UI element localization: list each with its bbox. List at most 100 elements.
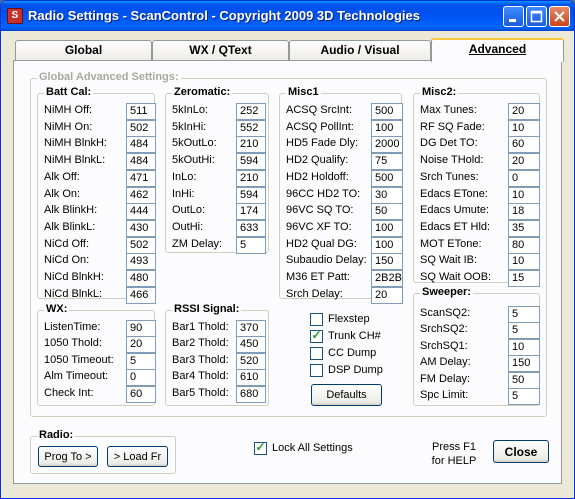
setting-value-input[interactable]: 5 bbox=[126, 352, 156, 370]
maximize-button[interactable] bbox=[526, 6, 547, 27]
setting-value-input[interactable]: 18 bbox=[508, 203, 540, 221]
tab-wx-qtext[interactable]: WX / QText bbox=[152, 40, 289, 61]
option-checkbox-label: Trunk CH# bbox=[328, 330, 381, 342]
setting-label: Bar1 Thold: bbox=[172, 321, 229, 333]
load-from-button[interactable]: > Load Fr bbox=[107, 446, 168, 467]
setting-value-input[interactable]: 450 bbox=[236, 336, 266, 354]
setting-value-input[interactable]: 484 bbox=[126, 153, 156, 171]
close-button[interactable]: Close bbox=[493, 440, 549, 463]
setting-label: Edacs ETone: bbox=[420, 187, 488, 200]
rssi-setting-row: Bar4 Thold: 610 bbox=[172, 369, 266, 387]
batt-cal-setting-row: Alk On: 462 bbox=[44, 186, 156, 204]
tab-audio-visual[interactable]: Audio / Visual bbox=[289, 40, 431, 61]
setting-label: HD2 Qualify: bbox=[286, 154, 349, 167]
setting-label: Srch Delay: bbox=[286, 287, 343, 300]
misc1-setting-row: HD2 Holdoff: 500 bbox=[286, 169, 403, 187]
setting-value-input[interactable]: 462 bbox=[126, 186, 156, 204]
setting-value-input[interactable]: 511 bbox=[126, 103, 156, 120]
setting-value-input[interactable]: 50 bbox=[371, 203, 403, 221]
setting-value-input[interactable]: 500 bbox=[371, 103, 403, 120]
setting-value-input[interactable]: 10 bbox=[508, 119, 540, 137]
setting-value-input[interactable]: 60 bbox=[508, 136, 540, 154]
setting-label: RF SQ Fade: bbox=[420, 120, 485, 133]
setting-value-input[interactable]: 100 bbox=[371, 119, 403, 137]
setting-value-input[interactable]: 90 bbox=[126, 320, 156, 337]
window-title: Radio Settings - ScanControl - Copyright… bbox=[28, 8, 420, 23]
setting-value-input[interactable]: 444 bbox=[126, 203, 156, 221]
setting-value-input[interactable]: 610 bbox=[236, 369, 266, 387]
setting-value-input[interactable]: 680 bbox=[236, 385, 266, 403]
setting-label: Bar5 Thold: bbox=[172, 386, 229, 399]
setting-label: 96VC SQ TO: bbox=[286, 204, 354, 217]
setting-value-input[interactable]: 594 bbox=[236, 153, 266, 171]
setting-value-input[interactable]: 5 bbox=[508, 322, 540, 340]
tab-label: WX / QText bbox=[189, 43, 252, 57]
setting-value-input[interactable]: 20 bbox=[508, 153, 540, 171]
setting-value-input[interactable]: 370 bbox=[236, 320, 266, 337]
setting-value-input[interactable]: 252 bbox=[236, 103, 266, 120]
setting-value-input[interactable]: 100 bbox=[371, 219, 403, 237]
setting-value-input[interactable]: 480 bbox=[126, 270, 156, 287]
lock-all-checkbox[interactable]: ✓ bbox=[254, 440, 267, 455]
setting-value-input[interactable]: 502 bbox=[126, 119, 156, 137]
setting-value-input[interactable]: 633 bbox=[236, 219, 266, 237]
setting-value-input[interactable]: 210 bbox=[236, 169, 266, 187]
setting-label: Alk On: bbox=[44, 187, 81, 200]
setting-value-input[interactable]: 2000 bbox=[371, 136, 403, 154]
radio-group: Radio: Prog To > > Load Fr bbox=[30, 429, 176, 474]
option-checkbox[interactable] bbox=[310, 364, 323, 377]
setting-value-input[interactable]: 484 bbox=[126, 136, 156, 154]
setting-value-input[interactable]: 20 bbox=[508, 103, 540, 120]
setting-value-input[interactable]: 80 bbox=[508, 236, 540, 254]
group-title: WX: bbox=[44, 303, 70, 315]
setting-value-input[interactable]: 10 bbox=[508, 253, 540, 271]
tab-panel-advanced: Global Advanced Settings: Batt Cal: NiMH… bbox=[13, 60, 562, 484]
setting-value-input[interactable]: 75 bbox=[371, 153, 403, 171]
setting-value-input[interactable]: 2B2B bbox=[371, 270, 403, 287]
defaults-button[interactable]: Defaults bbox=[311, 384, 382, 406]
setting-label: Subaudio Delay: bbox=[286, 254, 367, 267]
setting-label: Alk BlinkL: bbox=[44, 220, 96, 233]
option-checkbox[interactable]: ✓ bbox=[310, 328, 323, 343]
setting-value-input[interactable]: 10 bbox=[508, 338, 540, 356]
setting-value-input[interactable]: 493 bbox=[126, 253, 156, 271]
setting-value-input[interactable]: 466 bbox=[126, 286, 156, 304]
setting-label: OutHi: bbox=[172, 220, 204, 233]
setting-value-input[interactable]: 20 bbox=[371, 286, 403, 304]
close-window-button[interactable] bbox=[549, 6, 570, 27]
misc1-setting-row: ACSQ SrcInt: 500 bbox=[286, 103, 403, 120]
setting-value-input[interactable]: 30 bbox=[371, 186, 403, 204]
setting-value-input[interactable]: 0 bbox=[508, 169, 540, 187]
tab-advanced[interactable]: Advanced bbox=[431, 38, 564, 62]
setting-value-input[interactable]: 50 bbox=[508, 371, 540, 389]
option-checkbox[interactable] bbox=[310, 347, 323, 360]
setting-value-input[interactable]: 210 bbox=[236, 136, 266, 154]
setting-value-input[interactable]: 10 bbox=[508, 186, 540, 204]
zeromatic-setting-row: OutHi: 633 bbox=[172, 219, 266, 237]
setting-value-input[interactable]: 5 bbox=[508, 306, 540, 323]
minimize-button[interactable] bbox=[503, 6, 524, 27]
setting-value-input[interactable]: 5 bbox=[508, 388, 540, 405]
setting-value-input[interactable]: 150 bbox=[371, 253, 403, 271]
setting-value-input[interactable]: 35 bbox=[508, 219, 540, 237]
setting-value-input[interactable]: 15 bbox=[508, 270, 540, 287]
tab-global[interactable]: Global bbox=[15, 40, 152, 61]
setting-value-input[interactable]: 60 bbox=[126, 385, 156, 403]
setting-value-input[interactable]: 430 bbox=[126, 219, 156, 237]
setting-value-input[interactable]: 471 bbox=[126, 169, 156, 187]
setting-value-input[interactable]: 520 bbox=[236, 352, 266, 370]
setting-value-input[interactable]: 502 bbox=[126, 236, 156, 254]
setting-value-input[interactable]: 5 bbox=[236, 236, 266, 254]
setting-value-input[interactable]: 594 bbox=[236, 186, 266, 204]
setting-value-input[interactable]: 20 bbox=[126, 336, 156, 354]
option-checkbox[interactable] bbox=[310, 313, 323, 326]
setting-value-input[interactable]: 0 bbox=[126, 369, 156, 387]
prog-to-button[interactable]: Prog To > bbox=[38, 446, 98, 467]
setting-value-input[interactable]: 150 bbox=[508, 355, 540, 373]
title-bar[interactable]: S Radio Settings - ScanControl - Copyrig… bbox=[1, 1, 574, 31]
setting-value-input[interactable]: 500 bbox=[371, 169, 403, 187]
setting-value-input[interactable]: 552 bbox=[236, 119, 266, 137]
setting-value-input[interactable]: 174 bbox=[236, 203, 266, 221]
app-icon: S bbox=[7, 8, 23, 24]
setting-value-input[interactable]: 100 bbox=[371, 236, 403, 254]
